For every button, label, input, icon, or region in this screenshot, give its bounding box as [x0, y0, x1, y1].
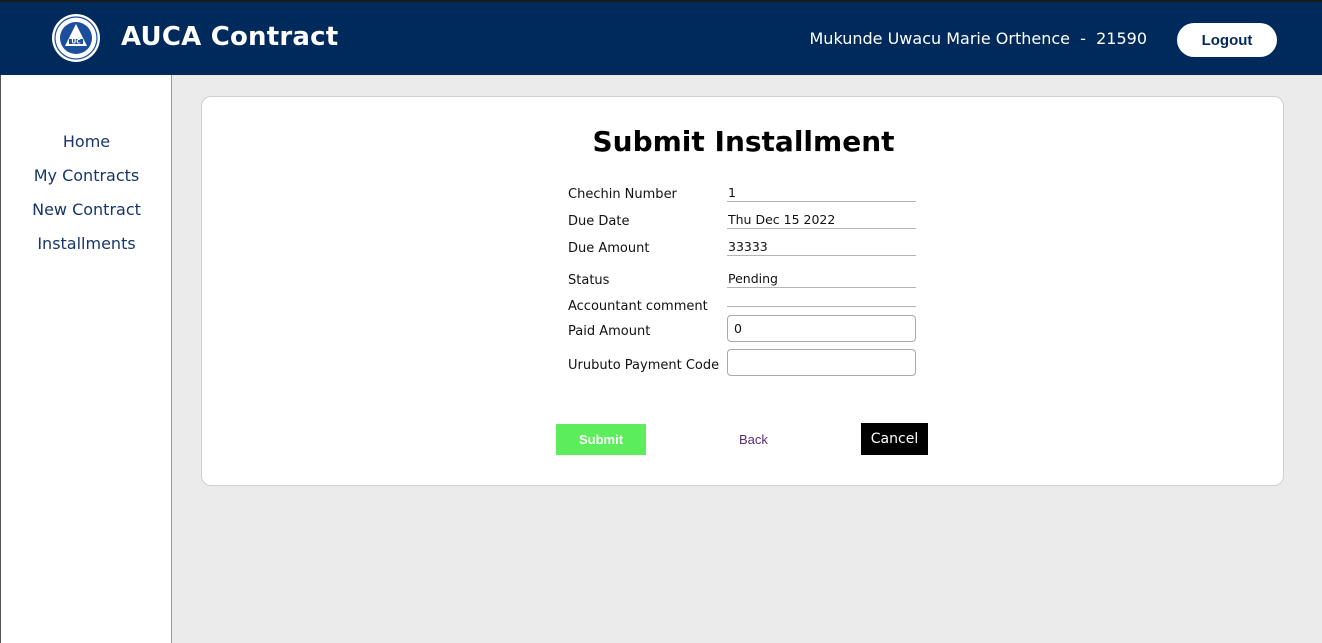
accountant-comment-value	[727, 291, 916, 307]
due-amount-value: 33333	[727, 240, 916, 256]
sidebar-item-home[interactable]: Home	[1, 132, 172, 151]
paid-amount-input[interactable]	[727, 315, 916, 342]
svg-text:UC: UC	[71, 39, 81, 46]
submit-button[interactable]: Submit	[556, 424, 646, 455]
page-title: Submit Installment	[592, 125, 895, 158]
installment-form-card: Submit Installment Chechin Number 1 Due …	[201, 96, 1284, 486]
checkin-number-value: 1	[727, 186, 916, 202]
due-date-value: Thu Dec 15 2022	[727, 213, 916, 229]
cancel-button[interactable]: Cancel	[861, 423, 928, 455]
sidebar: Home My Contracts New Contract Installme…	[0, 75, 172, 643]
status-value: Pending	[727, 272, 916, 288]
logout-button[interactable]: Logout	[1177, 23, 1277, 57]
sidebar-item-my-contracts[interactable]: My Contracts	[1, 166, 172, 185]
back-link[interactable]: Back	[739, 432, 768, 447]
checkin-number-label: Chechin Number	[568, 187, 677, 202]
payment-code-input[interactable]	[727, 349, 916, 376]
sidebar-item-installments[interactable]: Installments	[1, 234, 172, 253]
paid-amount-label: Paid Amount	[568, 324, 651, 339]
status-label: Status	[568, 273, 610, 288]
due-amount-label: Due Amount	[568, 241, 650, 256]
user-name-id: Mukunde Uwacu Marie Orthence - 21590	[809, 29, 1148, 48]
auca-logo-icon: UC	[52, 14, 100, 62]
sidebar-item-new-contract[interactable]: New Contract	[1, 200, 172, 219]
accountant-comment-label: Accountant comment	[568, 299, 708, 314]
top-header: UC AUCA Contract Mukunde Uwacu Marie Ort…	[0, 0, 1322, 75]
app-title: AUCA Contract	[121, 22, 339, 52]
payment-code-label: Urubuto Payment Code	[568, 358, 720, 373]
due-date-label: Due Date	[568, 214, 630, 229]
